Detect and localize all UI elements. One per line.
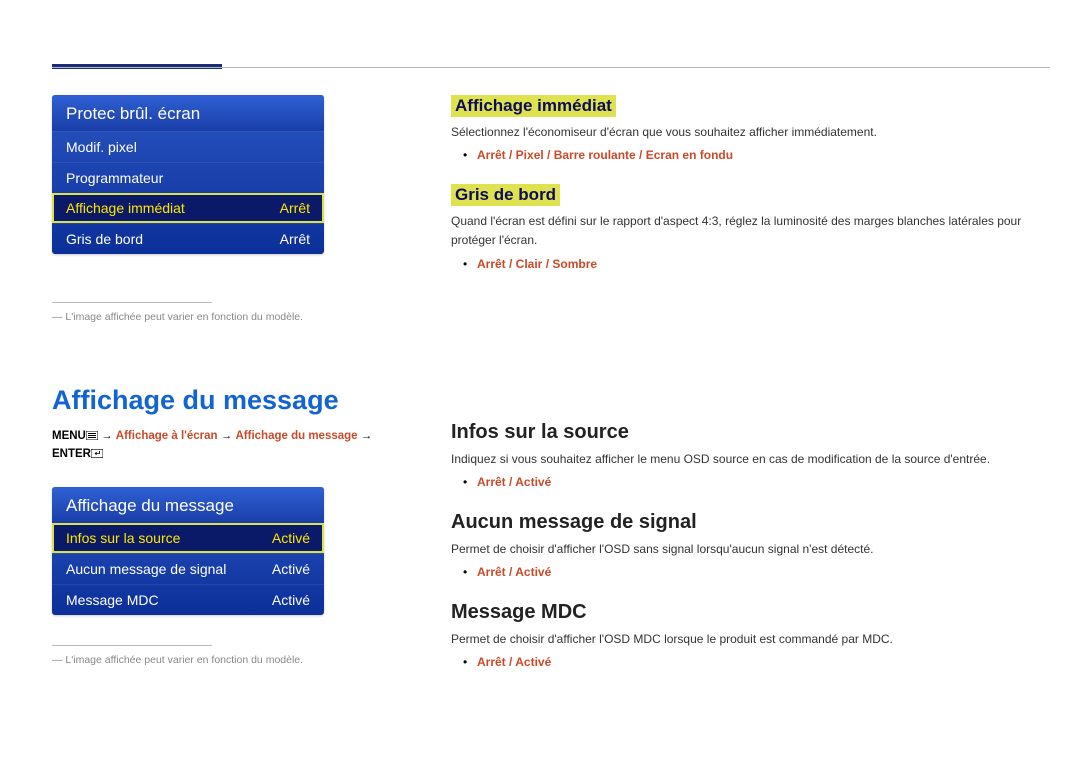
menu-item-label: Programmateur	[66, 170, 163, 186]
section-heading: Affichage immédiat	[451, 95, 616, 117]
section-heading: Infos sur la source	[451, 421, 1041, 444]
menu-item-source-info[interactable]: Infos sur la source Activé	[52, 523, 324, 553]
breadcrumb-enter: ENTER	[52, 448, 91, 460]
menu-title: Protec brûl. écran	[52, 95, 324, 131]
doc-heading: Affichage du message	[52, 385, 402, 416]
section-heading: Aucun message de signal	[451, 511, 1041, 534]
menu-message-display: Affichage du message Infos sur la source…	[52, 487, 324, 615]
menu-item-label: Affichage immédiat	[66, 200, 185, 216]
menu-item-value: Activé	[272, 561, 310, 577]
menu-screen-burn: Protec brûl. écran Modif. pixel Programm…	[52, 95, 324, 254]
section-heading: Message MDC	[451, 601, 1041, 624]
enter-icon	[91, 447, 103, 464]
right-column: Affichage immédiat Sélectionnez l'économ…	[451, 95, 1041, 691]
menu-item-label: Aucun message de signal	[66, 561, 226, 577]
menu-item-value: Arrêt	[280, 200, 310, 216]
section-no-signal: Aucun message de signal Permet de choisi…	[451, 511, 1041, 579]
menu-item-pixel-shift[interactable]: Modif. pixel	[52, 131, 324, 162]
menu-item-timer[interactable]: Programmateur	[52, 162, 324, 193]
section-options: Arrêt / Activé	[463, 565, 1041, 579]
left-column: Protec brûl. écran Modif. pixel Programm…	[52, 95, 402, 666]
section-desc: Sélectionnez l'économiseur d'écran que v…	[451, 123, 1041, 142]
menu-item-value: Arrêt	[280, 231, 310, 247]
section-side-gray: Gris de bord Quand l'écran est défini su…	[451, 184, 1041, 270]
footnote-separator	[52, 645, 212, 646]
section-desc: Quand l'écran est défini sur le rapport …	[451, 212, 1041, 250]
menu-item-mdc-message[interactable]: Message MDC Activé	[52, 584, 324, 615]
footnote-separator	[52, 302, 212, 303]
menu-item-label: Modif. pixel	[66, 139, 137, 155]
section-desc: Permet de choisir d'afficher l'OSD MDC l…	[451, 630, 1041, 649]
section-heading: Gris de bord	[451, 184, 560, 206]
footnote-text: ― L'image affichée peut varier en foncti…	[52, 311, 402, 323]
section-mdc-message: Message MDC Permet de choisir d'afficher…	[451, 601, 1041, 669]
menu-title: Affichage du message	[52, 487, 324, 523]
section-options: Arrêt / Activé	[463, 475, 1041, 489]
menu-icon	[86, 429, 98, 446]
menu-item-value: Activé	[272, 530, 310, 546]
menu-item-label: Infos sur la source	[66, 530, 180, 546]
menu-item-label: Gris de bord	[66, 231, 143, 247]
section-options: Arrêt / Activé	[463, 655, 1041, 669]
breadcrumb-menu: MENU	[52, 430, 86, 442]
section-immediate-display: Affichage immédiat Sélectionnez l'économ…	[451, 95, 1041, 162]
section-desc: Permet de choisir d'afficher l'OSD sans …	[451, 540, 1041, 559]
section-options: Arrêt / Clair / Sombre	[463, 257, 1041, 271]
footnote-text: ― L'image affichée peut varier en foncti…	[52, 654, 402, 666]
breadcrumb: MENU → Affichage à l'écran → Affichage d…	[52, 428, 402, 465]
menu-item-value: Activé	[272, 592, 310, 608]
section-options: Arrêt / Pixel / Barre roulante / Ecran e…	[463, 148, 1041, 162]
section-source-info: Infos sur la source Indiquez si vous sou…	[451, 421, 1041, 489]
menu-item-label: Message MDC	[66, 592, 159, 608]
header-rule	[52, 67, 1050, 68]
menu-item-side-gray[interactable]: Gris de bord Arrêt	[52, 223, 324, 254]
breadcrumb-path-2: Affichage du message	[236, 430, 358, 442]
section-desc: Indiquez si vous souhaitez afficher le m…	[451, 450, 1041, 469]
spacer	[451, 293, 1041, 421]
breadcrumb-path-1: Affichage à l'écran	[116, 430, 218, 442]
menu-item-no-signal[interactable]: Aucun message de signal Activé	[52, 553, 324, 584]
menu-item-immediate-display[interactable]: Affichage immédiat Arrêt	[52, 193, 324, 223]
